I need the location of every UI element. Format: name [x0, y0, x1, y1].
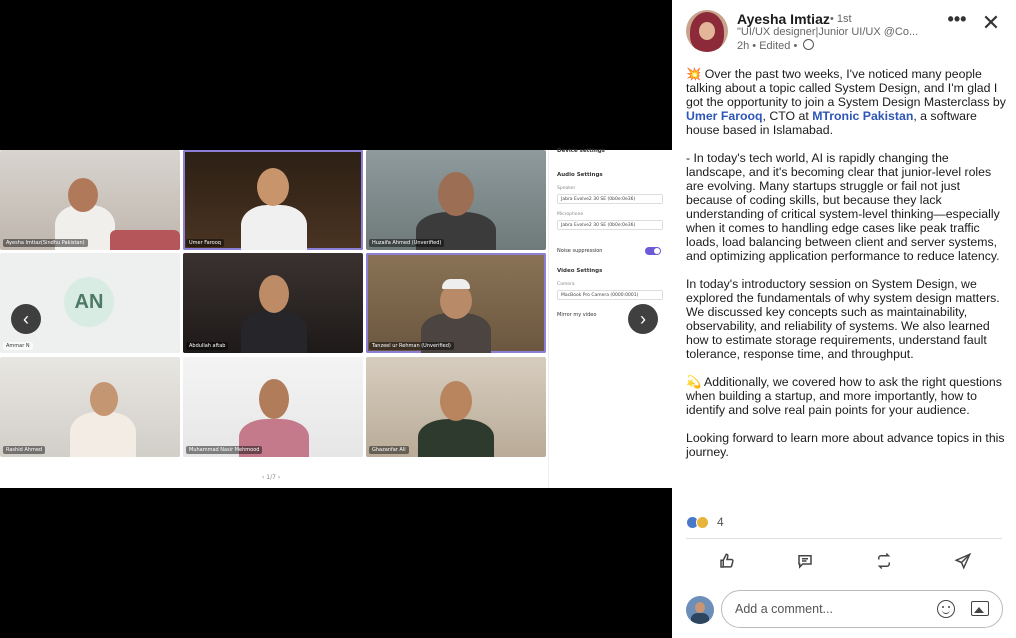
globe-icon: [803, 39, 814, 50]
participant-head: [259, 379, 289, 419]
noise-suppression-toggle[interactable]: [645, 247, 661, 255]
participant-head: [440, 381, 472, 421]
speaker-label: Speaker: [557, 186, 576, 191]
current-user-avatar: [686, 596, 714, 624]
participant-name: Ghazanfar Ali: [369, 446, 409, 454]
comment-icon[interactable]: [793, 549, 817, 573]
participant-name: Tanzeel ur Rehman (Unverified): [369, 342, 454, 350]
divider: [686, 538, 1002, 539]
post-paragraph: - In today's tech world, AI is rapidly c…: [686, 151, 1000, 263]
video-tile: Ghazanfar Ali: [366, 357, 546, 457]
author-name[interactable]: Ayesha Imtiaz: [737, 11, 830, 27]
video-tile: Huzaifa Ahmed (Unverified): [366, 150, 546, 250]
send-icon[interactable]: [951, 549, 975, 573]
mirror-video-label: Mirror my video: [557, 312, 597, 318]
sofa: [110, 230, 180, 250]
previous-image-button[interactable]: ‹: [11, 304, 41, 334]
participant-figure: [241, 311, 307, 353]
microphone-label: Microphone: [557, 212, 584, 217]
participant-name: Muhammad Nasir Mehmood: [186, 446, 263, 454]
post-paragraph: Looking forward to learn more about adva…: [686, 431, 1005, 459]
comment-input[interactable]: Add a comment...: [721, 590, 1003, 628]
participant-head: [259, 275, 289, 313]
meeting-screenshot: Ayesha Imtiaz(Sindhu Pakistan) Umer Faro…: [0, 148, 672, 488]
comment-placeholder: Add a comment...: [735, 602, 833, 616]
participant-head: [68, 178, 98, 212]
video-tile: Ayesha Imtiaz(Sindhu Pakistan): [0, 150, 180, 250]
participant-name: Huzaifa Ahmed (Unverified): [369, 239, 445, 247]
video-tile-camera-off: AN Ammar N: [0, 253, 180, 353]
participant-initials-avatar: AN: [64, 277, 114, 327]
mention-link[interactable]: Umer Farooq: [686, 109, 763, 123]
camera-select[interactable]: MacBook Pro Camera (0000:0001): [557, 290, 663, 300]
camera-label: Camera: [557, 282, 575, 287]
audio-settings-heading: Audio Settings: [557, 172, 603, 178]
post-paragraph: 💫 Additionally, we covered how to ask th…: [686, 375, 1002, 417]
reactions-summary[interactable]: 4: [686, 515, 724, 529]
participant-figure: [70, 412, 136, 457]
author-headline: "UI/UX designer|Junior UI/UX @Co...: [737, 26, 919, 38]
next-image-button[interactable]: ›: [628, 304, 658, 334]
video-tile-speaking: Umer Farooq: [183, 150, 363, 250]
post-body: 💥 Over the past two weeks, I've noticed …: [686, 67, 1006, 473]
participant-name: Ammar N: [3, 342, 33, 350]
participant-head: [257, 168, 289, 206]
connection-degree: • 1st: [830, 13, 852, 25]
media-viewer: Ayesha Imtiaz(Sindhu Pakistan) Umer Faro…: [0, 0, 672, 638]
prayer-cap: [442, 279, 470, 289]
post-panel: Ayesha Imtiaz • 1st "UI/UX designer|Juni…: [672, 0, 1016, 638]
repost-icon[interactable]: [872, 549, 896, 573]
video-settings-heading: Video Settings: [557, 268, 603, 274]
participant-name: Abdullah aftab: [186, 342, 229, 350]
image-upload-icon[interactable]: [971, 601, 989, 616]
video-tile: Abdullah aftab: [183, 253, 363, 353]
participant-figure: [418, 419, 494, 457]
speaker-select[interactable]: Jabra Evolve2 30 SE (0b0e:0e36): [557, 194, 663, 204]
microphone-select[interactable]: Jabra Evolve2 30 SE (0b0e:0e36): [557, 220, 663, 230]
post-paragraph: In today's introductory session on Syste…: [686, 277, 1000, 361]
reaction-count: 4: [717, 515, 724, 529]
participant-name: Umer Farooq: [186, 239, 224, 247]
insightful-reaction-icon: [696, 515, 709, 529]
close-icon[interactable]: ✕: [980, 12, 1002, 34]
post-timestamp: 2h • Edited •: [737, 40, 798, 52]
participant-head: [90, 382, 118, 416]
mention-link[interactable]: MTronic Pakistan: [812, 109, 913, 123]
noise-suppression-label: Noise suppression: [557, 248, 603, 254]
post-viewer: Ayesha Imtiaz(Sindhu Pakistan) Umer Faro…: [0, 0, 1016, 638]
participant-head: [438, 172, 474, 216]
post-paragraph: 💥 Over the past two weeks, I've noticed …: [686, 67, 1006, 137]
meeting-pager: ‹ 1/7 ›: [262, 474, 281, 481]
participant-figure: [241, 205, 307, 250]
author-avatar[interactable]: [686, 10, 728, 52]
video-tile-speaking: Tanzeel ur Rehman (Unverified): [366, 253, 546, 353]
emoji-icon[interactable]: [937, 600, 955, 618]
like-icon[interactable]: [715, 549, 739, 573]
video-tile: Rashid Ahmed: [0, 357, 180, 457]
settings-title: Device settings: [557, 148, 605, 154]
participant-name: Ayesha Imtiaz(Sindhu Pakistan): [3, 239, 88, 247]
participant-name: Rashid Ahmed: [3, 446, 46, 454]
video-tile: Muhammad Nasir Mehmood: [183, 357, 363, 457]
more-options-icon[interactable]: •••: [946, 10, 968, 34]
